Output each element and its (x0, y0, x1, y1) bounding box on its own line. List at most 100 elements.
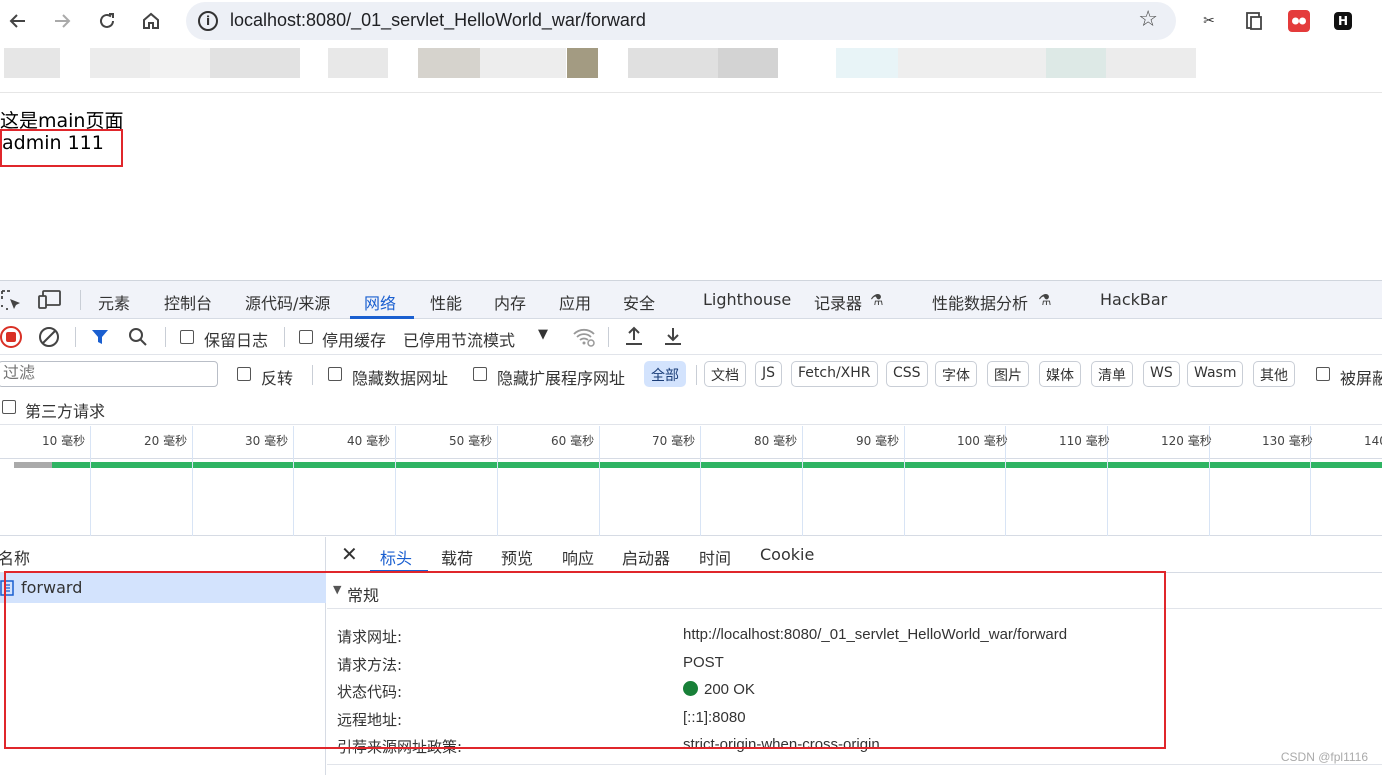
timeline-tick-label: 10 毫秒 (42, 434, 86, 448)
preserve-log-checkbox[interactable] (180, 330, 194, 344)
hide-extension-urls-checkbox[interactable] (473, 367, 487, 381)
hide-data-urls-checkbox[interactable] (328, 367, 342, 381)
timeline-tick-label: 140 毫秒 (1364, 434, 1382, 448)
timeline-tick-label: 70 毫秒 (652, 434, 696, 448)
tab-initiator[interactable]: 启动器 (622, 545, 670, 569)
timeline-gridline (293, 426, 294, 536)
timeline-bar-queue (14, 462, 52, 468)
chevron-down-icon[interactable]: ▼ (538, 327, 548, 342)
disable-cache-checkbox[interactable] (299, 330, 313, 344)
timeline-tick-label: 120 毫秒 (1161, 434, 1212, 448)
close-icon[interactable]: ✕ (341, 542, 358, 566)
tab-response[interactable]: 响应 (562, 545, 594, 569)
export-har-icon[interactable] (663, 325, 683, 351)
timeline-tick-label: 80 毫秒 (754, 434, 798, 448)
type-filter-media[interactable]: 媒体 (1039, 361, 1081, 387)
flask-icon: ⚗ (1038, 291, 1052, 309)
hackbar-extension-icon[interactable]: H (1334, 12, 1352, 30)
inspect-element-icon[interactable] (0, 289, 22, 311)
bookmarks-bar (0, 46, 1215, 94)
type-filter-fetch-xhr[interactable]: Fetch/XHR (791, 361, 878, 387)
type-filter-js[interactable]: JS (755, 361, 783, 387)
network-overview-timeline[interactable]: 10 毫秒 20 毫秒 30 毫秒 40 毫秒 50 毫秒 60 毫秒 70 毫秒 80 毫秒… (0, 426, 1382, 536)
disable-cache-label: 停用缓存 (322, 331, 387, 350)
record-icon[interactable] (0, 326, 22, 348)
blocked-requests-checkbox[interactable] (1316, 367, 1330, 381)
filter-icon[interactable] (90, 327, 110, 351)
type-filter-manifest[interactable]: 清单 (1091, 361, 1133, 387)
address-bar[interactable]: i localhost:8080/_01_servlet_HelloWorld_… (186, 2, 1176, 40)
timeline-tick-label: 100 毫秒 (957, 434, 1008, 448)
back-icon[interactable] (3, 6, 33, 36)
extension-red-icon[interactable] (1288, 10, 1310, 32)
import-har-icon[interactable] (624, 325, 644, 351)
devtools-tab-bar: 元素 控制台 源代码/来源 网络 性能 内存 应用 安全 Lighthouse … (0, 281, 1382, 319)
timeline-gridline (192, 426, 193, 536)
tab-headers[interactable]: 标头 (380, 545, 412, 569)
timeline-gridline (497, 426, 498, 536)
tab-lighthouse[interactable]: Lighthouse (703, 290, 791, 309)
type-filter-img[interactable]: 图片 (987, 361, 1029, 387)
invert-label: 反转 (261, 369, 294, 388)
home-icon[interactable] (136, 6, 166, 36)
column-name-header[interactable]: 名称 (0, 545, 30, 569)
tab-memory[interactable]: 内存 (494, 290, 526, 314)
hide-data-urls-label: 隐藏数据网址 (352, 369, 449, 388)
clear-icon[interactable] (38, 326, 60, 352)
invert-checkbox[interactable] (237, 367, 251, 381)
timeline-tick-label: 60 毫秒 (551, 434, 595, 448)
scissors-icon[interactable]: ✂ (1198, 10, 1220, 32)
site-info-icon[interactable]: i (198, 11, 218, 31)
timeline-gridline (599, 426, 600, 536)
type-filter-doc[interactable]: 文档 (704, 361, 746, 387)
tab-payload[interactable]: 载荷 (441, 545, 473, 569)
tab-application[interactable]: 应用 (559, 290, 591, 314)
type-filter-css[interactable]: CSS (886, 361, 928, 387)
timeline-axis (0, 458, 1382, 459)
timeline-tick-label: 110 毫秒 (1059, 434, 1110, 448)
timeline-gridline (700, 426, 701, 536)
tab-sources[interactable]: 源代码/来源 (245, 290, 330, 314)
filter-bar-second-row: 第三方请求 (0, 393, 1382, 425)
timeline-tick-label: 50 毫秒 (449, 434, 493, 448)
bookmark-star-icon[interactable]: ☆ (1138, 7, 1158, 32)
reload-icon[interactable] (92, 6, 122, 36)
third-party-checkbox[interactable] (2, 400, 16, 414)
type-filter-wasm[interactable]: Wasm (1187, 361, 1244, 387)
search-icon[interactable] (128, 327, 148, 351)
forward-icon[interactable] (47, 6, 77, 36)
filter-input[interactable] (0, 361, 218, 387)
network-conditions-icon[interactable] (572, 326, 596, 352)
tab-cookies[interactable]: Cookie (760, 545, 814, 564)
type-filter-ws[interactable]: WS (1143, 361, 1180, 387)
tab-network[interactable]: 网络 (364, 290, 396, 314)
type-filter-font[interactable]: 字体 (935, 361, 977, 387)
timeline-gridline (395, 426, 396, 536)
tab-recorder[interactable]: 记录器 (814, 290, 862, 314)
throttling-select[interactable]: 已停用节流模式 (403, 327, 515, 351)
timeline-gridline (904, 426, 905, 536)
hide-extension-urls-label: 隐藏扩展程序网址 (497, 369, 626, 388)
watermark: CSDN @fpl1116 (1280, 750, 1368, 764)
flask-icon: ⚗ (870, 291, 884, 309)
tab-search-icon[interactable] (1243, 10, 1265, 32)
timeline-tick-label: 30 毫秒 (245, 434, 289, 448)
type-filter-all[interactable]: 全部 (644, 361, 686, 387)
tab-elements[interactable]: 元素 (98, 290, 130, 314)
preserve-log-label: 保留日志 (204, 331, 269, 350)
timeline-tick-label: 90 毫秒 (856, 434, 900, 448)
tab-performance-insights[interactable]: 性能数据分析 (932, 290, 1028, 314)
blocked-requests-label: 被屏蔽 (1340, 369, 1382, 388)
timeline-gridline (802, 426, 803, 536)
timeline-tick-label: 20 毫秒 (144, 434, 188, 448)
tab-preview[interactable]: 预览 (501, 545, 533, 569)
url-text[interactable]: localhost:8080/_01_servlet_HelloWorld_wa… (230, 10, 646, 31)
tab-console[interactable]: 控制台 (164, 290, 212, 314)
tab-hackbar[interactable]: HackBar (1100, 290, 1167, 309)
tab-security[interactable]: 安全 (623, 290, 655, 314)
tab-timing[interactable]: 时间 (699, 545, 731, 569)
timeline-tick-label: 130 毫秒 (1262, 434, 1313, 448)
tab-performance[interactable]: 性能 (430, 290, 462, 314)
device-toolbar-icon[interactable] (38, 289, 61, 311)
type-filter-other[interactable]: 其他 (1253, 361, 1295, 387)
